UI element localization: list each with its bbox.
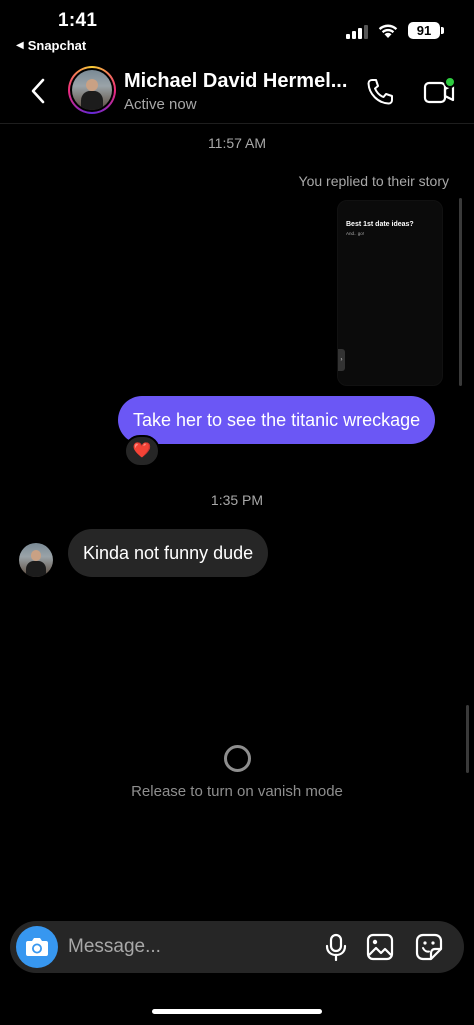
microphone-icon[interactable] [323, 933, 349, 961]
contact-name[interactable]: Michael David Hermel... [124, 70, 347, 93]
story-thumbnail[interactable]: Best 1st date ideas? And.. go! › [337, 200, 443, 386]
vanish-mode-circle-icon [224, 745, 251, 772]
gallery-icon[interactable] [366, 933, 394, 961]
active-status: Active now [124, 96, 197, 113]
camera-icon [26, 938, 48, 956]
story-title: Best 1st date ideas? [346, 221, 414, 228]
story-subtitle: And.. go! [346, 231, 365, 236]
profile-avatar[interactable] [68, 66, 116, 114]
message-input[interactable] [68, 921, 268, 973]
phone-call-icon[interactable] [364, 76, 396, 108]
story-scrollbar [459, 198, 462, 386]
profile-photo [72, 70, 112, 110]
chat-timestamp: 1:35 PM [210, 492, 264, 508]
camera-button[interactable] [16, 926, 58, 968]
back-to-app-link[interactable]: ◀ Snapchat [16, 38, 86, 53]
story-reply-label: You replied to their story [298, 173, 449, 189]
back-app-label: Snapchat [27, 38, 87, 53]
status-time: 1:41 [58, 10, 98, 31]
wifi-icon [378, 24, 398, 38]
outgoing-message-bubble[interactable]: Take her to see the titanic wreckage [118, 396, 436, 444]
cellular-signal-icon [346, 25, 368, 39]
sender-avatar[interactable] [19, 543, 53, 577]
home-indicator[interactable] [152, 1009, 322, 1014]
video-call-icon[interactable] [422, 74, 458, 108]
status-bar: 1:41 ◀ Snapchat 91 [0, 0, 474, 58]
incoming-message-bubble[interactable]: Kinda not funny dude [68, 529, 269, 577]
back-arrow-icon[interactable] [24, 76, 54, 106]
battery-icon: 91 [408, 22, 440, 39]
heart-reaction-icon[interactable]: ❤️ [124, 435, 160, 467]
chat-header: Michael David Hermel... Active now [0, 58, 474, 124]
sticker-icon[interactable] [415, 933, 443, 961]
message-composer [10, 921, 464, 973]
vanish-mode-hint: Release to turn on vanish mode [131, 783, 343, 800]
battery-nub [441, 27, 444, 34]
chevron-right-icon: › [338, 349, 345, 371]
chat-timestamp: 11:57 AM [207, 135, 267, 151]
back-triangle-icon: ◀ [16, 40, 24, 51]
online-dot-icon [444, 76, 456, 88]
chat-scrollbar [466, 705, 469, 773]
